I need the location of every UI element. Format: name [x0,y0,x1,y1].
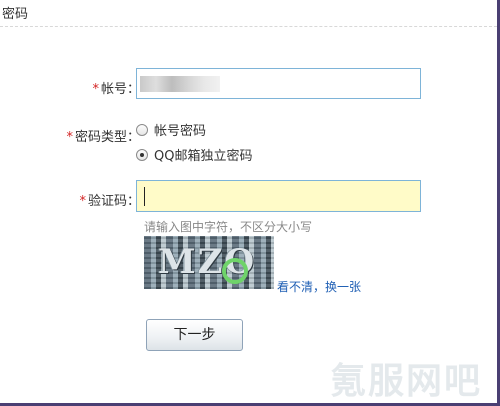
radio-label-account-password: 帐号密码 [154,124,207,139]
radio-option-qqmail-password[interactable]: QQ邮箱独立密码 [136,145,252,164]
captcha-label-row: * 验证码： [0,190,140,209]
radio-button-qqmail-password[interactable] [136,148,148,161]
next-step-button[interactable]: 下一步 [146,319,243,351]
captcha-label: 验证码： [87,194,140,209]
radio-label-qqmail-password: QQ邮箱独立密码 [154,149,253,164]
page-title: 密码 [2,7,29,22]
captcha-hint: 请输入图中字符，不区分大小写 [144,220,313,234]
account-input[interactable] [136,68,421,99]
header-divider [0,26,497,27]
password-type-label: 密码类型： [74,130,140,145]
account-label: 帐号： [100,82,140,97]
watermark: 氪服网吧 [330,361,483,402]
captcha-noise-ring [222,258,248,284]
account-label-row: * 帐号： [0,78,140,97]
radio-option-account-password[interactable]: 帐号密码 [136,120,206,139]
radio-button-account-password[interactable] [136,123,148,136]
refresh-captcha-link[interactable]: 看不清，换一张 [277,278,361,295]
password-type-label-row: * 密码类型： [0,126,140,145]
required-mark: * [79,194,86,209]
redacted-account-value [140,76,220,92]
dialog-frame: 密码 * 帐号： * 密码类型： 帐号密码 QQ邮箱独立密码 * 验证码： 请输入图中… [0,0,500,406]
captcha-image[interactable]: MZO [144,236,274,289]
captcha-input[interactable] [136,180,421,212]
required-mark: * [66,130,73,145]
text-caret [144,187,145,206]
required-mark: * [92,82,99,97]
